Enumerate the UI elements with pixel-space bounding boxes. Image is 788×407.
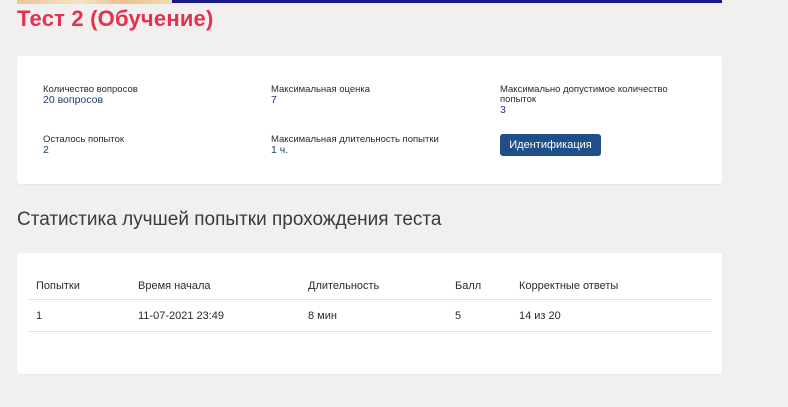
cell-attempt: 1	[28, 299, 130, 332]
identification-button[interactable]: Идентификация	[500, 134, 601, 156]
cell-duration: 8 мин	[300, 299, 447, 332]
column-header-correct-answers: Корректные ответы	[511, 273, 712, 300]
table-row: 1 11-07-2021 23:49 8 мин 5 14 из 20	[28, 299, 712, 332]
column-header-attempts: Попытки	[28, 273, 130, 300]
column-header-score: Балл	[447, 273, 511, 300]
max-duration-value: 1 ч.	[271, 144, 289, 156]
table-header-row: Попытки Время начала Длительность Балл К…	[28, 273, 712, 300]
cell-correct-answers: 14 из 20	[511, 299, 712, 332]
attempts-left-value: 2	[43, 144, 49, 156]
max-attempts: Максимально допустимое количество попыто…	[500, 85, 690, 116]
stats-card: Попытки Время начала Длительность Балл К…	[17, 253, 722, 374]
questions-count-value: 20 вопросов	[43, 94, 104, 106]
cell-score: 5	[447, 299, 511, 332]
banner-bar	[172, 0, 722, 3]
attempts-left: Осталось попыток 2	[43, 135, 243, 156]
column-header-start-time: Время начала	[130, 273, 300, 300]
cell-start-time: 11-07-2021 23:49	[130, 299, 300, 332]
max-score-value: 7	[271, 94, 277, 106]
max-attempts-value: 3	[500, 104, 506, 116]
max-duration-label: Максимальная длительность попытки	[271, 134, 439, 145]
banner-image	[17, 0, 172, 4]
attempts-left-label: Осталось попыток	[43, 134, 125, 145]
stats-section-title: Статистика лучшей попытки прохождения те…	[17, 209, 442, 230]
max-score: Максимальная оценка 7	[271, 85, 471, 106]
page-title: Тест 2 (Обучение)	[17, 6, 214, 31]
max-attempts-label: Максимально допустимое количество попыто…	[500, 84, 668, 105]
stats-table: Попытки Время начала Длительность Балл К…	[28, 273, 712, 332]
max-score-label: Максимальная оценка	[271, 84, 371, 95]
test-info-card: Количество вопросов 20 вопросов Максимал…	[17, 56, 722, 184]
questions-count: Количество вопросов 20 вопросов	[43, 85, 243, 106]
header-banner-strip	[17, 0, 722, 4]
max-duration: Максимальная длительность попытки 1 ч.	[271, 135, 471, 156]
column-header-duration: Длительность	[300, 273, 447, 300]
